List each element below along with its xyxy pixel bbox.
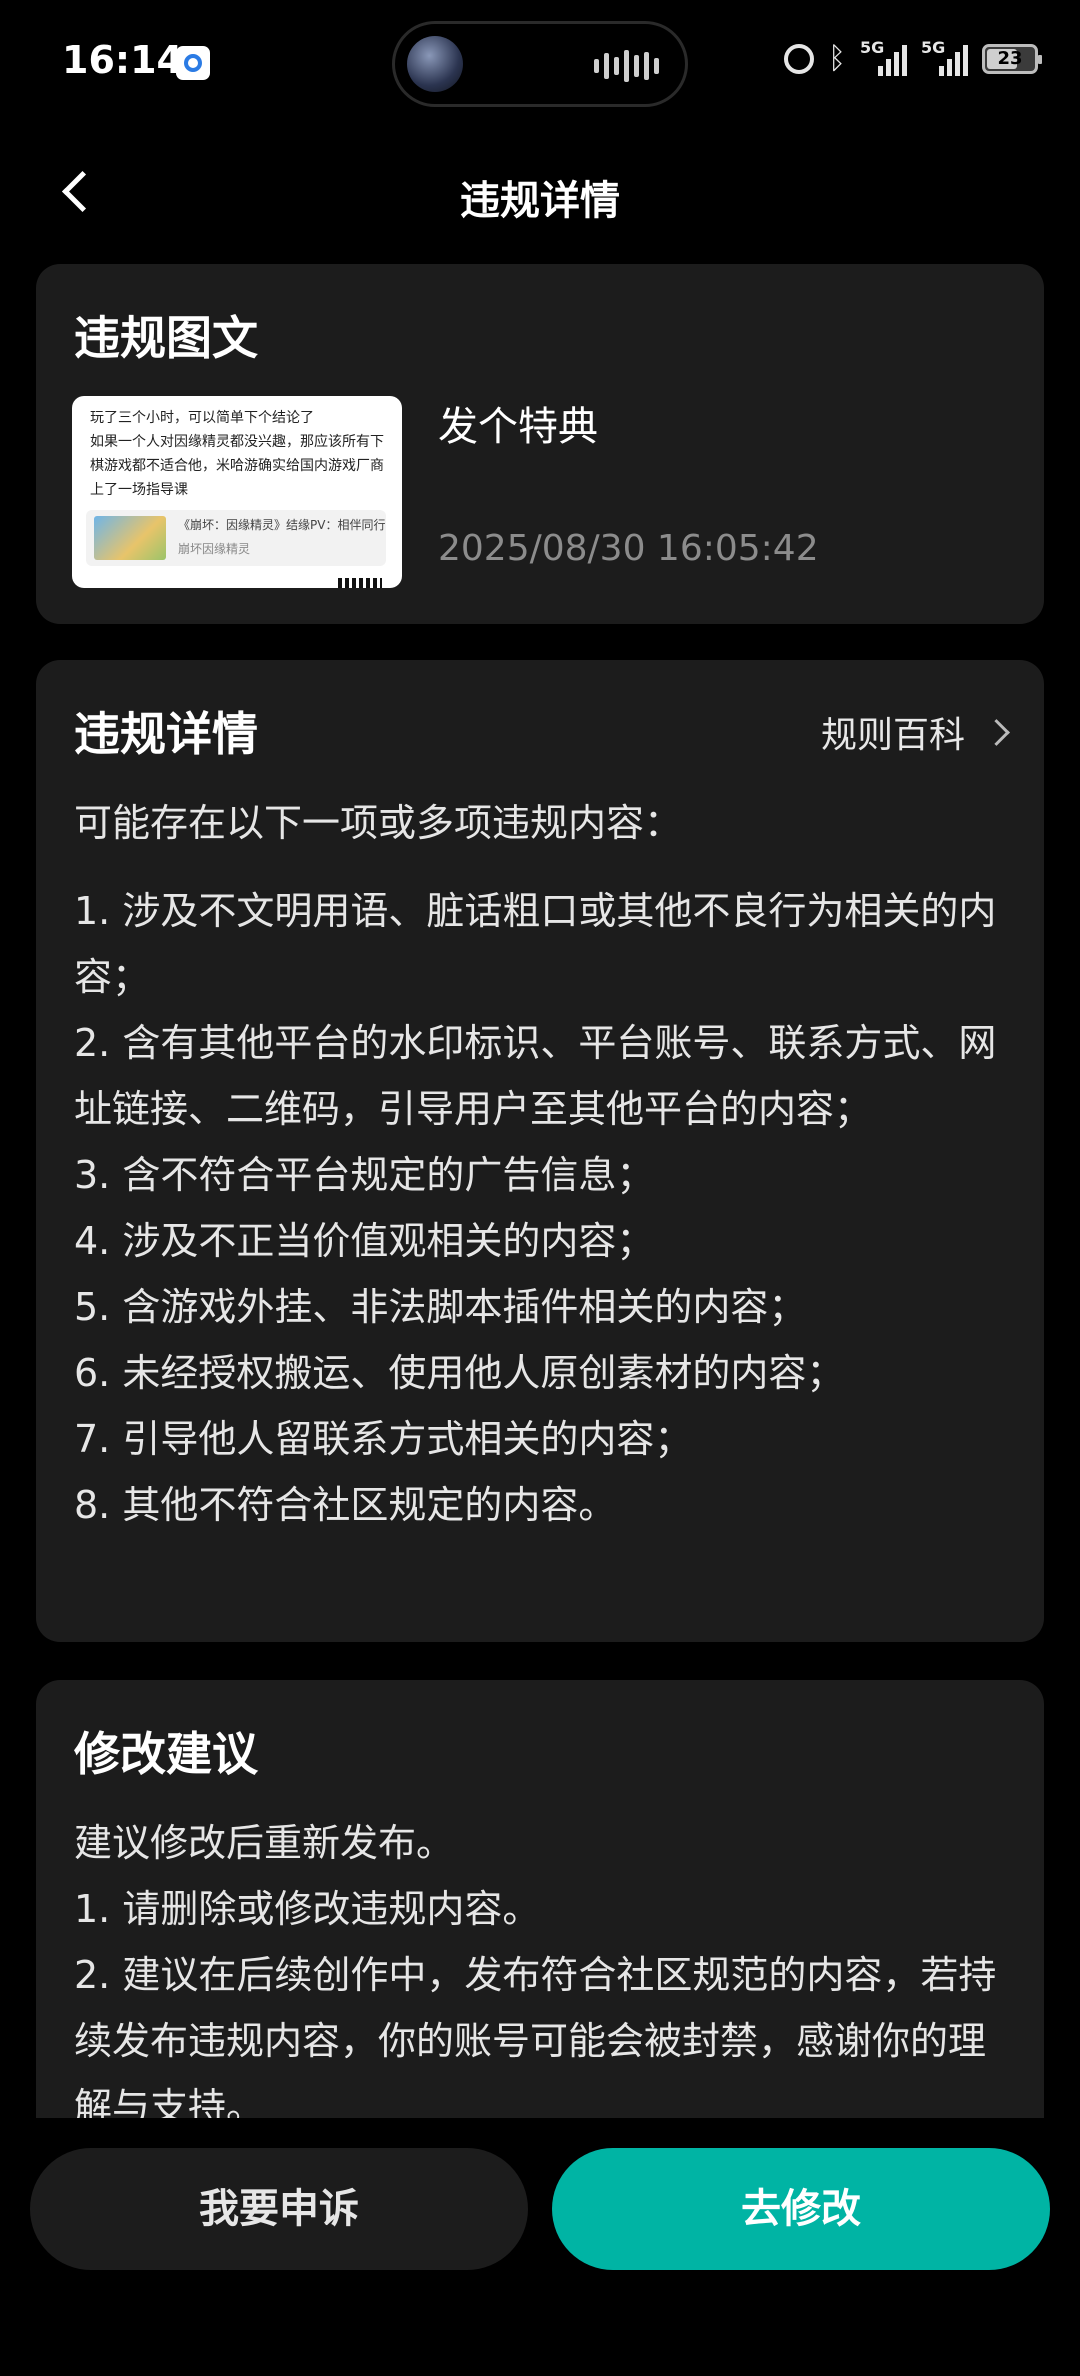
rule-wiki-label: 规则百科: [820, 715, 965, 756]
thumbnail-link-source: 崩坏因缘精灵: [178, 542, 251, 556]
suggestion-text: 建议修改后重新发布。 1. 请删除或修改违规内容。 2. 建议在后续创作中，发布…: [74, 1810, 1008, 2120]
signal-icon-2: 5G: [921, 38, 968, 76]
violation-item: 3. 含不符合平台规定的广告信息；: [74, 1153, 655, 1197]
thumbnail-text: 玩了三个小时，可以简单下个结论了 如果一个人对因缘精灵都没兴趣，那应该所有下棋游…: [90, 410, 384, 498]
post-card: 违规图文 玩了三个小时，可以简单下个结论了 如果一个人对因缘精灵都没兴趣，那应该…: [36, 264, 1044, 624]
bottom-action-bar: 我要申诉 去修改: [0, 2118, 1080, 2376]
post-title: 发个特典: [438, 404, 598, 450]
alarm-icon: [784, 44, 814, 74]
violation-card: 违规详情 规则百科 可能存在以下一项或多项违规内容： 1. 涉及不文明用语、脏话…: [36, 660, 1044, 1642]
audio-wave-icon: [594, 46, 659, 86]
carrier-app-icon: [176, 46, 210, 80]
post-thumbnail[interactable]: 玩了三个小时，可以简单下个结论了 如果一个人对因缘精灵都没兴趣，那应该所有下棋游…: [72, 396, 402, 588]
violation-item: 8. 其他不符合社区规定的内容。: [74, 1483, 617, 1527]
edit-button[interactable]: 去修改: [552, 2148, 1050, 2270]
nav-bar: 违规详情: [0, 150, 1080, 234]
battery-icon: 23: [982, 44, 1042, 74]
status-time: 16:14: [62, 38, 183, 82]
violation-heading: 违规详情: [74, 707, 258, 761]
violation-item: 1. 涉及不文明用语、脏话粗口或其他不良行为相关的内容；: [74, 889, 997, 999]
suggestion-line: 2. 建议在后续创作中，发布符合社区规范的内容，若持续发布违规内容，你的账号可能…: [74, 1953, 997, 2120]
violation-item: 2. 含有其他平台的水印标识、平台账号、联系方式、网址链接、二维码，引导用户至其…: [74, 1021, 997, 1131]
thumbnail-link-title: 《崩坏：因缘精灵》结缘PV：相伴同行: [178, 518, 386, 532]
status-bar: 16:14 ᛒ 5G 5G 23: [0, 0, 1080, 130]
status-icons: ᛒ 5G 5G 23: [784, 38, 1042, 76]
violation-item: 5. 含游戏外挂、非法脚本插件相关的内容；: [74, 1285, 807, 1329]
suggestion-card: 修改建议 建议修改后重新发布。 1. 请删除或修改违规内容。 2. 建议在后续创…: [36, 1680, 1044, 2120]
post-card-heading: 违规图文: [74, 311, 258, 365]
violation-item: 4. 涉及不正当价值观相关的内容；: [74, 1219, 655, 1263]
bluetooth-icon: ᛒ: [828, 41, 846, 76]
thumbnail-image: [94, 516, 166, 560]
suggestion-line: 1. 请删除或修改违规内容。: [74, 1887, 541, 1931]
suggestion-heading: 修改建议: [74, 1727, 258, 1781]
post-timestamp: 2025/08/30 16:05:42: [438, 528, 819, 569]
chevron-right-icon: [983, 718, 1010, 746]
qr-code-icon: [338, 578, 382, 588]
appeal-button[interactable]: 我要申诉: [30, 2148, 528, 2270]
violation-item: 7. 引导他人留联系方式相关的内容；: [74, 1417, 693, 1461]
violation-item: 6. 未经授权搬运、使用他人原创素材的内容；: [74, 1351, 845, 1395]
thumbnail-link-card: 《崩坏：因缘精灵》结缘PV：相伴同行 崩坏因缘精灵: [86, 510, 386, 566]
suggestion-line: 建议修改后重新发布。: [74, 1821, 455, 1865]
rule-wiki-link[interactable]: 规则百科: [820, 706, 1010, 758]
violation-intro: 可能存在以下一项或多项违规内容：: [74, 801, 683, 845]
music-cover-icon: [407, 36, 463, 92]
violation-list: 1. 涉及不文明用语、脏话粗口或其他不良行为相关的内容； 2. 含有其他平台的水…: [74, 878, 1008, 1538]
signal-icon: 5G: [860, 38, 907, 76]
page-title: 违规详情: [460, 178, 620, 224]
dynamic-island[interactable]: [392, 21, 688, 107]
